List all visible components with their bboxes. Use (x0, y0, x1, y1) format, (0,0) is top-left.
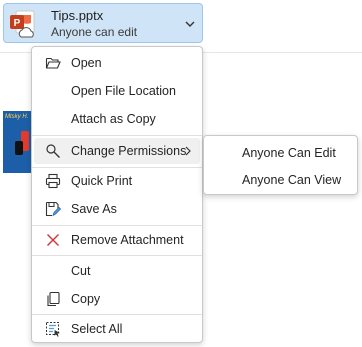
submenu-item-anyone-can-view[interactable]: Anyone Can View (205, 166, 356, 192)
submenu-item-anyone-can-edit-label: Anyone Can Edit (242, 146, 336, 160)
menu-item-change-permissions-label: Change Permissions (71, 144, 187, 158)
menu-separator (32, 255, 202, 256)
menu-item-quick-print[interactable]: Quick Print (34, 168, 200, 194)
powerpoint-cloud-icon: P (10, 10, 35, 38)
menu-item-cut[interactable]: Cut (34, 258, 200, 284)
menu-item-select-all-label: Select All (71, 322, 123, 336)
menu-item-attach-as-copy[interactable]: Attach as Copy (34, 106, 200, 132)
menu-item-cut-label: Cut (71, 264, 91, 278)
svg-text:P: P (14, 18, 21, 29)
submenu-item-anyone-can-edit[interactable]: Anyone Can Edit (205, 139, 356, 165)
menu-item-open[interactable]: Open (34, 50, 200, 76)
copy-icon (47, 291, 60, 307)
chevron-down-icon[interactable] (184, 18, 196, 30)
menu-item-copy[interactable]: Copy (34, 286, 200, 312)
attachment-permission: Anyone can edit (51, 25, 138, 39)
permissions-submenu: Anyone Can Edit Anyone Can View (203, 135, 358, 195)
menu-item-open-label: Open (71, 56, 102, 70)
key-search-icon (46, 144, 60, 158)
menu-separator (32, 225, 202, 226)
menu-item-remove-attachment-label: Remove Attachment (71, 233, 184, 247)
menu-item-open-file-location[interactable]: Open File Location (34, 78, 200, 104)
menu-item-change-permissions[interactable]: Change Permissions (34, 138, 200, 164)
menu-separator (32, 135, 202, 136)
close-icon (47, 234, 59, 246)
select-all-icon (46, 322, 60, 337)
menu-item-copy-label: Copy (71, 292, 101, 306)
menu-item-save-as[interactable]: Save As (34, 196, 200, 222)
menu-item-open-file-location-label: Open File Location (71, 84, 176, 98)
chevron-right-icon (185, 146, 191, 156)
menu-item-attach-as-copy-label: Attach as Copy (71, 112, 156, 126)
folder-open-icon (45, 57, 61, 69)
menu-separator (32, 314, 202, 315)
context-menu: Open Open File Location Attach as Copy C… (31, 46, 203, 343)
menu-item-quick-print-label: Quick Print (71, 174, 133, 188)
menu-item-save-as-label: Save As (71, 202, 117, 216)
attachment-chip[interactable]: P Tips.pptx Anyone can edit (3, 3, 203, 43)
menu-item-remove-attachment[interactable]: Remove Attachment (34, 227, 200, 253)
menu-item-select-all[interactable]: Select All (34, 316, 200, 342)
save-as-icon (45, 201, 61, 217)
attachment-file-name: Tips.pptx (51, 8, 104, 23)
slide-thumbnail: Mtsky H. (3, 111, 31, 173)
printer-icon (45, 173, 61, 189)
submenu-item-anyone-can-view-label: Anyone Can View (242, 173, 342, 187)
